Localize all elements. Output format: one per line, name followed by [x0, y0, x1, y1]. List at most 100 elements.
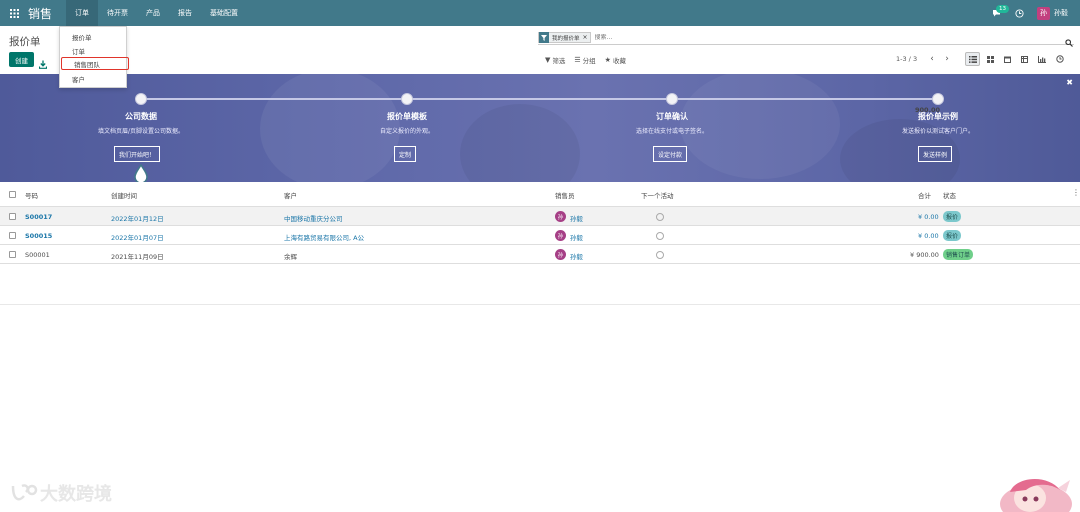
- order-number[interactable]: S00015: [25, 232, 52, 240]
- column-header-salesperson[interactable]: 销售员: [555, 190, 575, 200]
- activity-clock-icon[interactable]: [656, 213, 664, 221]
- dropdown-item-customers[interactable]: 客户: [60, 72, 126, 85]
- favorites-toggle[interactable]: ★ 收藏: [605, 55, 626, 65]
- step-dot: [401, 93, 413, 105]
- control-panel: 报价单 创建 我的报价单 × ▼ 筛选 ☰ 分组 ★ 收藏 1-3 / 3: [0, 26, 1080, 74]
- progress-line: [141, 98, 938, 100]
- table-row[interactable]: S00017 2022年01月12日 中国移动重庆分公司 孙 孙毅 ¥ 0.00…: [0, 207, 1080, 226]
- step-description: 选择在线支付或电子签名。: [635, 128, 708, 135]
- activity-menu[interactable]: [1007, 0, 1031, 26]
- group-by-toggle[interactable]: ☰ 分组: [574, 55, 595, 65]
- table-footer: [0, 265, 1080, 305]
- row-checkbox[interactable]: [9, 251, 16, 258]
- clock-icon: [1014, 8, 1024, 18]
- column-header-customer[interactable]: 客户: [284, 190, 297, 200]
- grand-total: 900.00: [915, 106, 941, 114]
- status-badge: 销售订单: [943, 249, 974, 260]
- star-icon: ★: [604, 56, 611, 64]
- messaging-menu[interactable]: 13: [985, 0, 1009, 26]
- step-button-payment[interactable]: 设定付款: [653, 146, 688, 162]
- app-title[interactable]: 销售: [28, 5, 52, 22]
- user-avatar[interactable]: 孙: [1037, 6, 1050, 20]
- table-header: 号码 创建时间 客户 销售员 下一个活动 合计 状态 ⋮: [0, 182, 1080, 207]
- search-bar: 我的报价单 ×: [538, 31, 1074, 47]
- step-description: 自定义报价的外观。: [379, 128, 434, 135]
- dropdown-item-quotations[interactable]: 报价单: [60, 30, 126, 43]
- dropdown-item-orders[interactable]: 订单: [60, 44, 126, 57]
- step-button-customize[interactable]: 定制: [394, 146, 417, 162]
- salesperson-avatar[interactable]: 孙: [555, 211, 566, 222]
- step-dot: [135, 93, 147, 105]
- kanban-view-icon[interactable]: [983, 52, 998, 66]
- search-input[interactable]: [594, 34, 895, 41]
- close-icon[interactable]: ✖: [1066, 78, 1073, 87]
- search-facet: 我的报价单 ×: [538, 32, 591, 43]
- filters-toggle[interactable]: ▼ 筛选: [545, 55, 565, 65]
- facet-remove-icon[interactable]: ×: [583, 34, 590, 41]
- activity-clock-icon[interactable]: [656, 232, 664, 240]
- apps-menu-icon[interactable]: [0, 0, 28, 26]
- download-icon[interactable]: [38, 54, 48, 73]
- pager-previous-icon[interactable]: ‹: [926, 53, 938, 65]
- notification-badge: 13: [996, 5, 1009, 13]
- pager-value[interactable]: 1-3 / 3: [896, 55, 917, 63]
- select-all-checkbox[interactable]: [9, 191, 16, 198]
- watermark: 大数跨境: [10, 480, 112, 506]
- step-title[interactable]: 订单确认: [582, 111, 762, 122]
- menu-products[interactable]: 产品: [137, 0, 169, 26]
- row-checkbox[interactable]: [9, 232, 16, 239]
- watermark-text: 大数跨境: [40, 484, 112, 505]
- customer-name: 中国移动重庆分公司: [284, 215, 343, 223]
- column-header-number[interactable]: 号码: [25, 190, 38, 200]
- status-badge: 报价: [943, 230, 962, 241]
- step-title[interactable]: 报价单模板: [317, 111, 497, 122]
- salesperson-name: 孙毅: [570, 234, 583, 242]
- status-badge: 报价: [943, 211, 962, 222]
- menu-reporting[interactable]: 报告: [169, 0, 201, 26]
- search-icon[interactable]: [1065, 32, 1073, 51]
- salesperson-name: 孙毅: [570, 253, 583, 261]
- activity-view-icon[interactable]: [1052, 52, 1067, 66]
- calendar-view-icon[interactable]: [1000, 52, 1015, 66]
- step-description: 发送报价以测试客户门户。: [901, 128, 974, 135]
- order-number[interactable]: S00001: [25, 251, 50, 259]
- salesperson-avatar[interactable]: 孙: [555, 230, 566, 241]
- top-navbar: 销售 订单 待开票 产品 报告 基础配置 13 孙 孙毅: [0, 0, 1080, 26]
- pager-next-icon[interactable]: ›: [941, 53, 953, 65]
- salesperson-name: 孙毅: [570, 215, 583, 223]
- user-name[interactable]: 孙毅: [1054, 8, 1068, 18]
- column-header-total[interactable]: 合计: [918, 190, 931, 200]
- column-header-status[interactable]: 状态: [943, 190, 956, 200]
- order-number[interactable]: S00017: [25, 213, 52, 221]
- optional-columns-icon[interactable]: ⋮: [1072, 188, 1080, 197]
- graph-view-icon[interactable]: [1034, 52, 1049, 66]
- created-date: 2021年11月09日: [111, 253, 164, 261]
- facet-label: 我的报价单: [552, 35, 580, 42]
- create-button[interactable]: 创建: [9, 52, 34, 67]
- filter-icon: [539, 32, 549, 43]
- activity-clock-icon[interactable]: [656, 251, 664, 259]
- dropdown-item-sales-teams[interactable]: 销售团队: [61, 57, 129, 70]
- step-button-company-data[interactable]: 我们开始吧！: [114, 146, 161, 162]
- step-title[interactable]: 公司数据: [51, 111, 231, 122]
- menu-to-invoice[interactable]: 待开票: [98, 0, 137, 26]
- table-row[interactable]: S00015 2022年01月07日 上海有路贸易有限公司, A公 孙 孙毅 ¥…: [0, 226, 1080, 245]
- table-row[interactable]: S00001 2021年11月09日 余辉 孙 孙毅 ¥ 900.00 销售订单: [0, 245, 1080, 264]
- column-header-created[interactable]: 创建时间: [111, 190, 137, 200]
- filters-label: 筛选: [552, 57, 566, 65]
- pivot-view-icon[interactable]: [1017, 52, 1032, 66]
- row-checkbox[interactable]: [9, 213, 16, 220]
- step-button-send-sample[interactable]: 发送样例: [918, 146, 953, 162]
- step-dot: [666, 93, 678, 105]
- character-illustration: [1000, 478, 1072, 512]
- created-date: 2022年01月07日: [111, 234, 164, 242]
- menu-orders[interactable]: 订单: [66, 0, 99, 26]
- onboarding-panel: ✖ 公司数据 填文档页眉/页脚设置公司数据。 我们开始吧！ 报价单模板 自定义报…: [0, 74, 1080, 182]
- filter-icon: ▼: [545, 56, 551, 64]
- column-header-activity[interactable]: 下一个活动: [641, 190, 674, 200]
- watermark-logo-icon: [11, 484, 38, 501]
- menu-configuration[interactable]: 基础配置: [201, 0, 247, 26]
- salesperson-avatar[interactable]: 孙: [555, 249, 566, 260]
- list-view-icon[interactable]: [965, 52, 980, 66]
- orders-dropdown-menu: 报价单 订单 销售团队 客户: [59, 26, 129, 88]
